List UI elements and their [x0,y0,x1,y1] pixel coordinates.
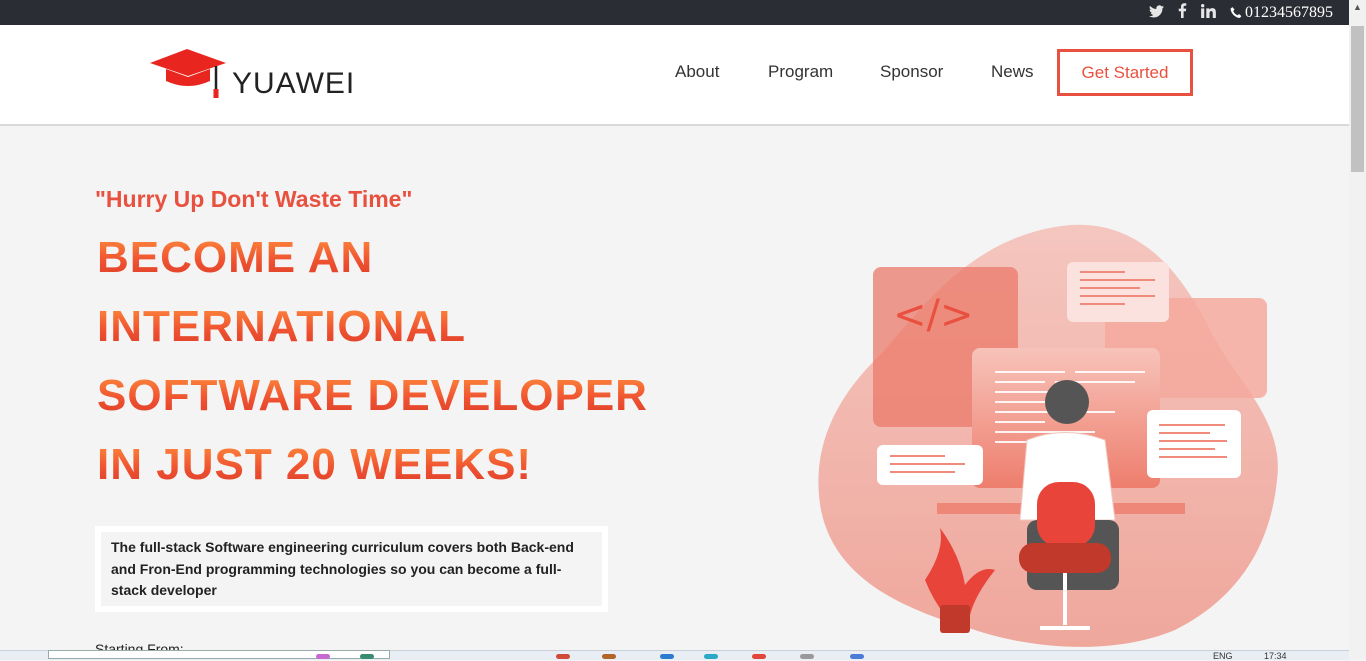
twitter-icon[interactable] [1149,4,1164,22]
headline-line-2: INTERNATIONAL [97,302,467,351]
taskbar-app-icon[interactable] [602,654,616,659]
taskbar-app-icon[interactable] [316,654,330,659]
phone-contact[interactable]: 01234567895 [1230,4,1333,22]
nav-news[interactable]: News [991,62,1034,82]
taskbar-app-icon[interactable] [556,654,570,659]
headline-line-4: IN JUST 20 WEEKS! [97,440,533,489]
taskbar-language[interactable]: ENG [1213,651,1233,661]
taskbar-app-icon[interactable] [800,654,814,659]
scroll-up-arrow-icon[interactable]: ▲ [1353,2,1362,12]
linkedin-icon[interactable] [1200,3,1216,22]
taskbar-app-icon[interactable] [360,654,374,659]
nav-program[interactable]: Program [768,62,833,82]
hero-description: The full-stack Software engineering curr… [101,532,602,606]
top-bar: 01234567895 [0,0,1349,25]
hero-tagline: "Hurry Up Don't Waste Time" [95,186,413,212]
nav-about[interactable]: About [675,62,719,82]
scrollbar-thumb[interactable] [1351,26,1364,172]
brand-name: YUAWEI [232,67,356,100]
headline-line-1: BECOME AN [97,233,374,282]
facebook-icon[interactable] [1178,3,1187,22]
brand-logo[interactable]: YUAWEI [150,49,355,99]
taskbar-clock[interactable]: 17:34 [1264,651,1287,661]
phone-icon [1230,7,1242,18]
taskbar-app-icon[interactable] [850,654,864,659]
headline-line-3: SOFTWARE DEVELOPER [97,371,648,420]
taskbar-app-icon[interactable] [660,654,674,659]
graduation-cap-icon [150,49,226,98]
hero-description-box: The full-stack Software engineering curr… [95,526,608,612]
get-started-button[interactable]: Get Started [1057,49,1193,96]
phone-number: 01234567895 [1245,3,1333,21]
code-symbol: </> [893,292,974,338]
taskbar-app-icon[interactable] [752,654,766,659]
site-header: YUAWEI About Program Sponsor News Get St… [0,25,1349,126]
taskbar-search-box[interactable] [48,650,390,659]
developer-illustration: </> [818,224,1278,647]
nav-sponsor[interactable]: Sponsor [880,62,943,82]
taskbar-app-icon[interactable] [704,654,718,659]
